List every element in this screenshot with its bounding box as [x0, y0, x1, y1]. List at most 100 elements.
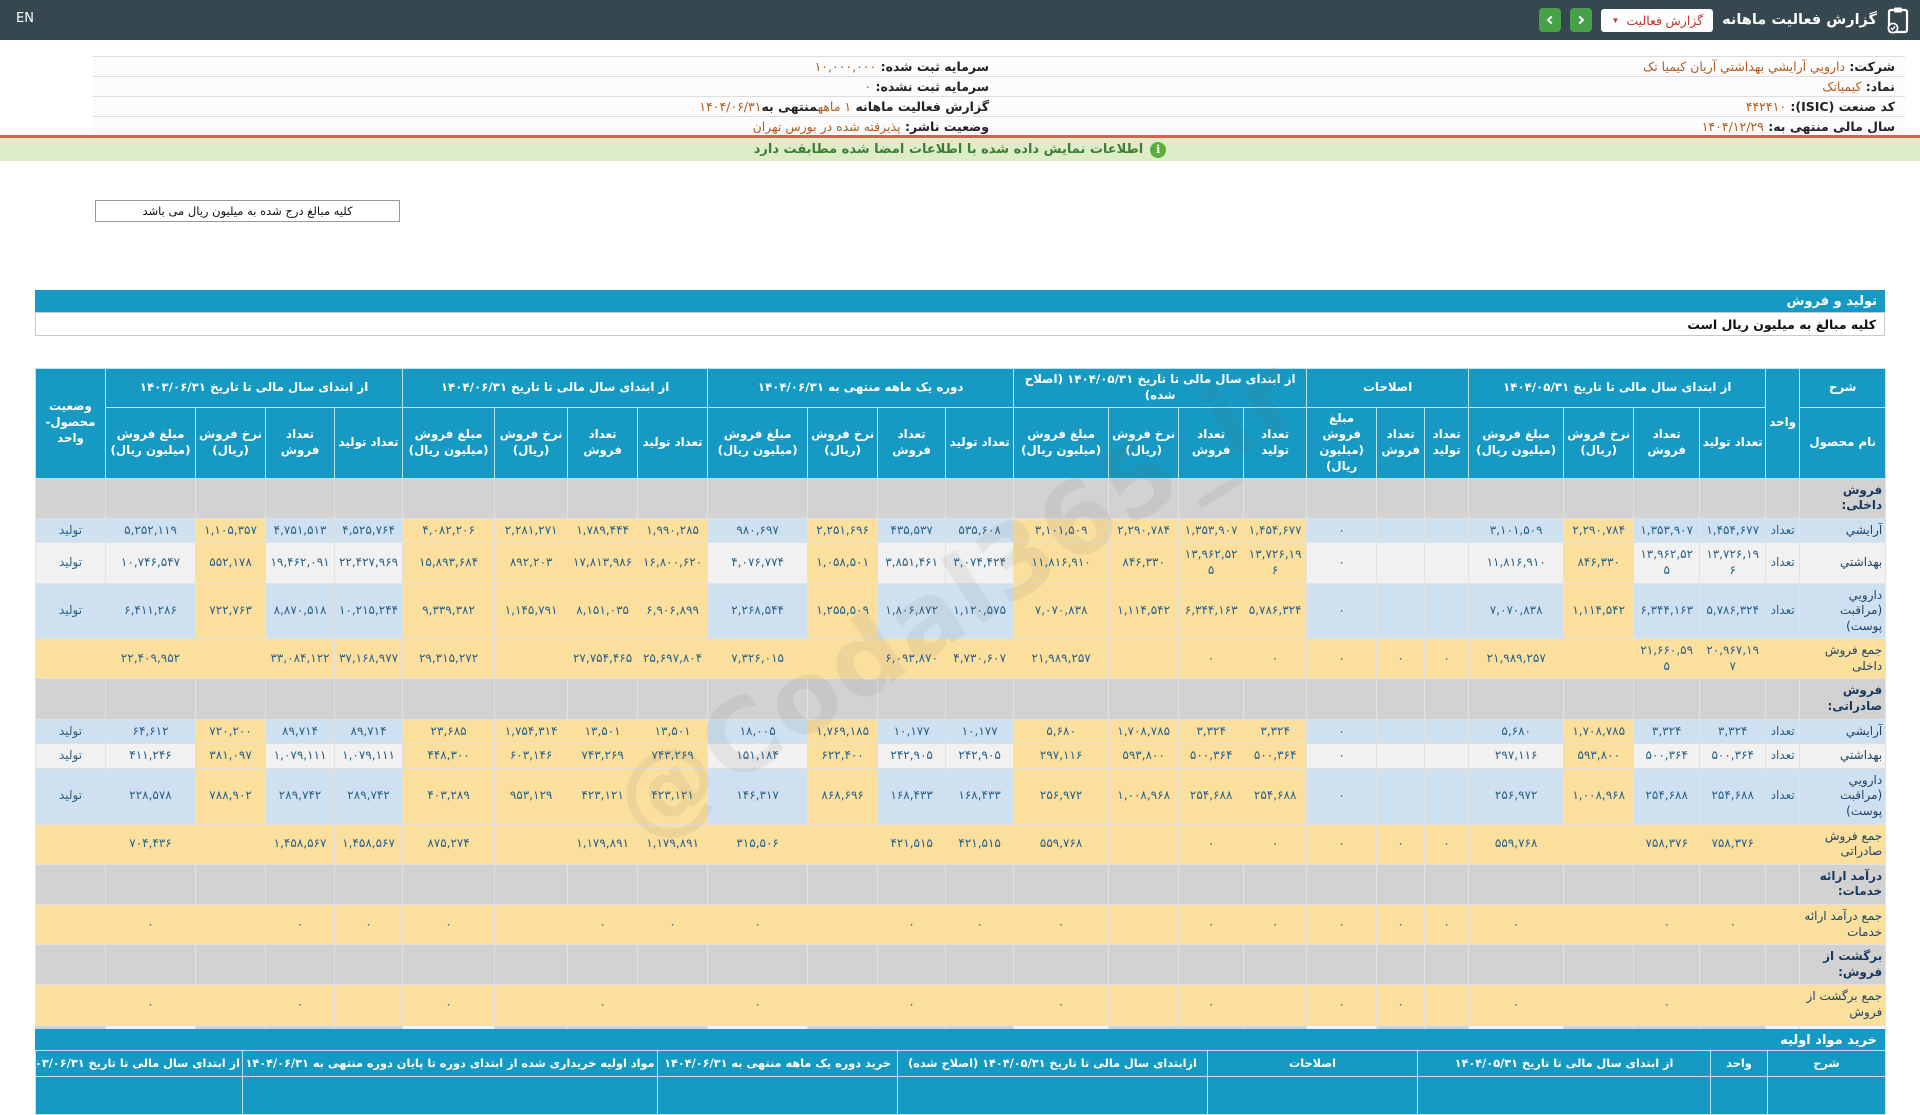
- language-switch-en[interactable]: EN: [16, 11, 34, 26]
- page: { "topbar": { "en_label": "EN", "title":…: [0, 0, 1920, 1080]
- column-header: تعداد فروش: [266, 407, 335, 478]
- value-cell: ۲۹,۳۱۵,۲۷۲: [403, 639, 495, 679]
- value-cell: ۱۰,۷۴۶,۵۴۷: [106, 543, 196, 583]
- section-cell: [568, 945, 638, 985]
- column-group-header: از ابتدای سال مالی تا تاریخ ۱۴۰۳/۰۶/۳۱: [106, 369, 403, 408]
- section-cell: [36, 478, 106, 518]
- section-cell: [1634, 679, 1700, 719]
- value-cell: ۱,۷۵۴,۳۱۴: [495, 719, 568, 744]
- status-cell: توليد: [36, 518, 106, 543]
- value-cell: ۰: [878, 985, 946, 1025]
- section-cell: [1109, 679, 1179, 719]
- value-cell: ۰: [1307, 518, 1377, 543]
- info-cell: سرمایه ثبت شده: ۱۰,۰۰۰,۰۰۰: [93, 57, 999, 77]
- column-header: تعداد تولید: [1244, 407, 1307, 478]
- value-cell: ۰: [1244, 824, 1307, 864]
- value-cell: [1377, 583, 1425, 639]
- status-cell: [36, 639, 106, 679]
- value-cell: ۴,۷۳۰,۶۰۷: [946, 639, 1014, 679]
- section-cell: [495, 679, 568, 719]
- section-cell: [1700, 679, 1766, 719]
- value-cell: ۲,۲۹۰,۷۸۴: [1109, 518, 1179, 543]
- value-cell: ۱,۷۰۸,۷۸۵: [1564, 719, 1634, 744]
- section-cell: [1634, 945, 1700, 985]
- value-cell: ۸,۸۷۰,۵۱۸: [266, 583, 335, 639]
- value-cell: ۳۸۱,۰۹۷: [196, 744, 266, 769]
- next-report-button[interactable]: [1570, 8, 1592, 32]
- value-cell: ۰: [1179, 824, 1244, 864]
- unit-cell: تعداد: [1766, 583, 1800, 639]
- status-header: وضعیت محصول-واحد: [36, 369, 106, 479]
- value-cell: ۸۴۶,۳۳۰: [1109, 543, 1179, 583]
- section-cell: [808, 478, 878, 518]
- value-cell: ۰: [1244, 639, 1307, 679]
- section-cell: [1307, 679, 1377, 719]
- section-cell: [1634, 864, 1700, 904]
- value-cell: ۰: [1307, 719, 1377, 744]
- value-cell: ۰: [708, 905, 808, 945]
- column-header: نرخ فروش (ریال): [196, 407, 266, 478]
- value-cell: ۱,۲۵۵,۵۰۹: [808, 583, 878, 639]
- section-cell: [1307, 864, 1377, 904]
- value-cell: ۴,۰۷۶,۷۷۴: [708, 543, 808, 583]
- value-cell: ۴۲۳,۱۲۱: [568, 768, 638, 824]
- section-cell: [1307, 478, 1377, 518]
- column-group-header: مواد اولیه خریداری شده از ابتدای دوره تا…: [243, 1051, 658, 1077]
- previous-report-button[interactable]: [1539, 8, 1561, 32]
- clipboard-report-icon: [1886, 6, 1910, 34]
- section-cell: [495, 478, 568, 518]
- value-cell: ۵۰۰,۳۶۴: [1634, 744, 1700, 769]
- section-bar-production-sales: تولید و فروش: [35, 290, 1885, 312]
- section-cell: [638, 478, 708, 518]
- column-header: مبلغ فروش (میلیون ریال): [1014, 407, 1109, 478]
- value-cell: [495, 639, 568, 679]
- section-cell: [1766, 864, 1800, 904]
- column-header: مبلغ فروش (میلیون ریال): [708, 407, 808, 478]
- column-header: تعداد تولید: [1700, 407, 1766, 478]
- value-cell: ۴۴۸,۳۰۰: [403, 744, 495, 769]
- value-cell: ۷۴۳,۲۶۹: [638, 744, 708, 769]
- value-cell: ۵۰۰,۳۶۴: [1700, 744, 1766, 769]
- section-cell: [1766, 478, 1800, 518]
- section-cell: [266, 945, 335, 985]
- value-cell: [1564, 639, 1634, 679]
- row-label: دارويي (مراقبت پوست): [1800, 768, 1886, 824]
- row-label: بهداشتي: [1800, 744, 1886, 769]
- column-group-header: از ابتدای سال مالی تا تاریخ ۱۴۰۳/۰۶/۳۱: [36, 1051, 243, 1077]
- column-header: [1768, 1077, 1886, 1115]
- top-bar: EN گزارش فعالیت ماهانه گزارش فعالیت ▼: [0, 0, 1920, 40]
- info-label: سرمایه ثبت نشده:: [871, 79, 989, 94]
- value-cell: [1377, 768, 1425, 824]
- amounts-note-box: کلیه مبالغ درج شده به میلیون ریال می باش…: [95, 200, 400, 222]
- column-header: تعداد تولید: [335, 407, 403, 478]
- value-cell: ۰: [106, 985, 196, 1025]
- value-cell: ۳,۳۲۴: [1244, 719, 1307, 744]
- value-cell: ۲۸۹,۷۴۲: [335, 768, 403, 824]
- value-cell: [1109, 639, 1179, 679]
- column-group-header: از ابتدای سال مالی تا تاریخ ۱۴۰۴/۰۶/۳۱: [403, 369, 708, 408]
- info-cell: سرمایه ثبت نشده: ۰: [93, 77, 999, 97]
- row-label: جمع برگشت از فروش: [1800, 985, 1886, 1025]
- section-cell: [1425, 478, 1469, 518]
- value-cell: ۱,۴۵۴,۶۷۷: [1700, 518, 1766, 543]
- value-cell: ۷,۰۷۰,۸۳۸: [1014, 583, 1109, 639]
- column-header: نرخ فروش (ریال): [808, 407, 878, 478]
- section-cell: [403, 478, 495, 518]
- value-cell: ۳,۱۰۱,۵۰۹: [1469, 518, 1564, 543]
- report-type-dropdown[interactable]: گزارش فعالیت ▼: [1601, 9, 1713, 32]
- value-cell: ۲۵۴,۶۸۸: [1634, 768, 1700, 824]
- value-cell: ۲۲,۴۲۷,۹۶۹: [335, 543, 403, 583]
- value-cell: ۰: [403, 905, 495, 945]
- value-cell: ۲۲۸,۵۷۸: [106, 768, 196, 824]
- value-cell: ۵۵۲,۱۷۸: [196, 543, 266, 583]
- column-group-header: اصلاحات: [1307, 369, 1469, 408]
- value-cell: ۱,۱۰۵,۳۵۷: [196, 518, 266, 543]
- info-cell: کد صنعت (ISIC): ۴۴۲۴۱۰: [999, 97, 1905, 117]
- value-cell: ۰: [568, 905, 638, 945]
- value-cell: ۰: [1307, 768, 1377, 824]
- value-cell: ۱۵۱,۱۸۴: [708, 744, 808, 769]
- unit-cell: [1766, 639, 1800, 679]
- value-cell: ۶۰۳,۱۴۶: [495, 744, 568, 769]
- product-name-header: نام محصول: [1800, 407, 1886, 478]
- section-cell: [403, 679, 495, 719]
